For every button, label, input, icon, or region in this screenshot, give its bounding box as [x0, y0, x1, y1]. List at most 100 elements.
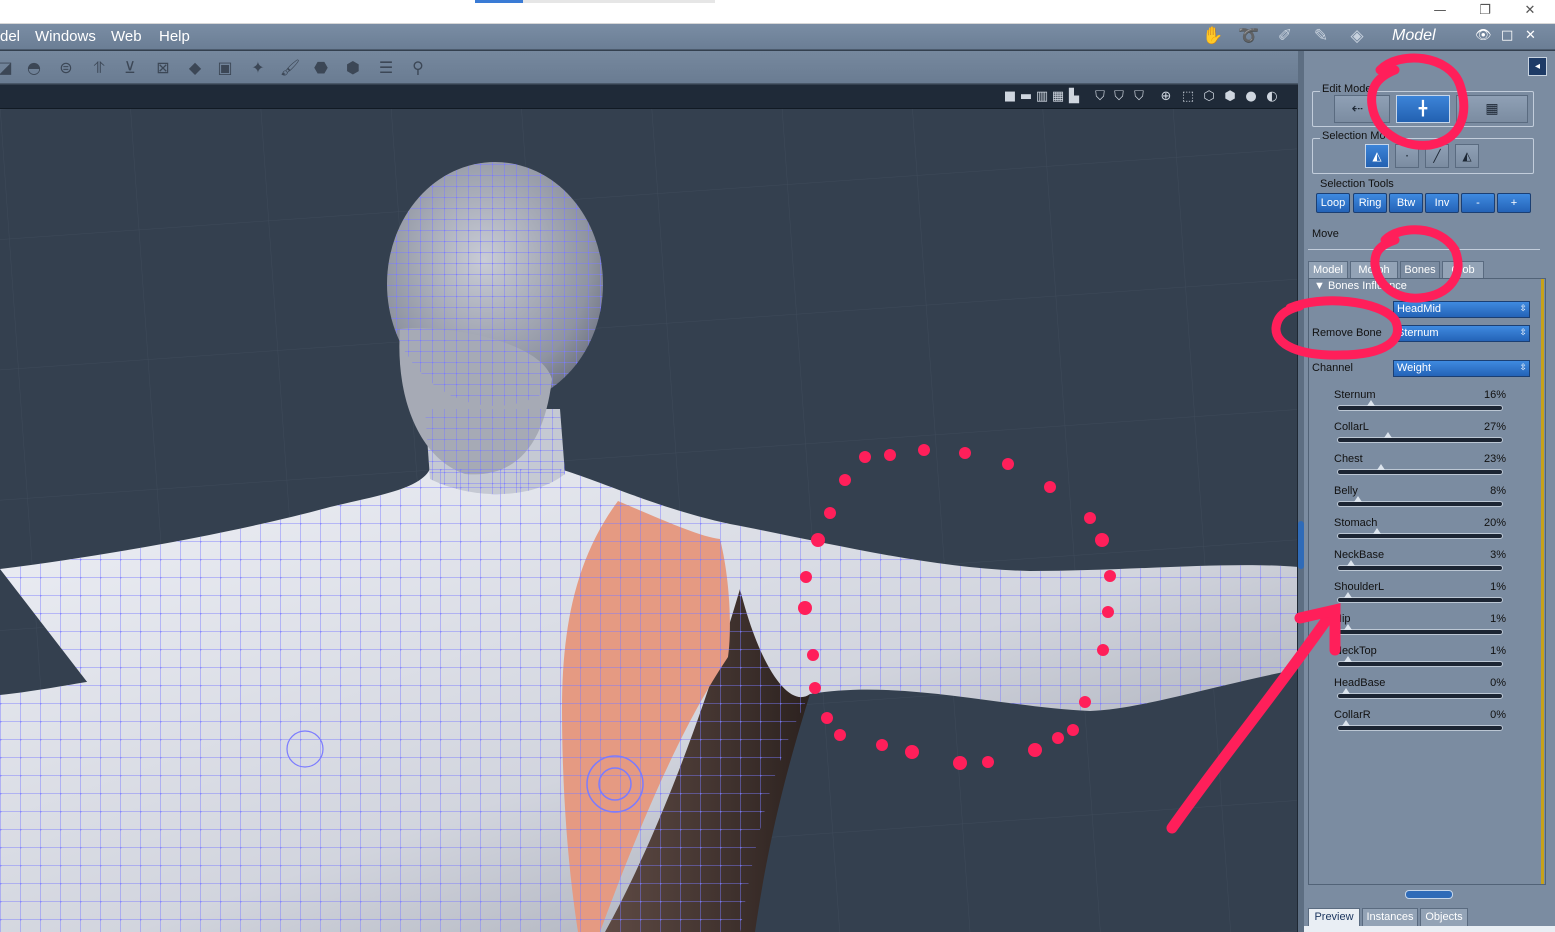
- slider-thumb[interactable]: [1346, 560, 1355, 566]
- shield-display-icon[interactable]: ⛉: [1092, 89, 1108, 105]
- bones-influence-header[interactable]: ▼ Bones Influence: [1314, 280, 1407, 292]
- bone-dropdown[interactable]: HeadMid ⇳: [1393, 301, 1530, 318]
- align-tool-icon[interactable]: ☰: [375, 57, 397, 79]
- ring-button[interactable]: Ring: [1353, 193, 1387, 213]
- bone-weight-slider[interactable]: [1337, 720, 1503, 731]
- 3d-viewport[interactable]: ■ ▬ ▥ ▦ ▙ ⛉ ⛉ ⛉ ⊕ ⬚ ⬡ ⬢ ● ◐: [0, 85, 1298, 932]
- sphere-shaded-icon[interactable]: ◐: [1264, 89, 1280, 105]
- shrink-button[interactable]: -: [1461, 193, 1495, 213]
- dome-tool-icon[interactable]: ◓: [23, 57, 45, 79]
- uv-mode-button[interactable]: ▦: [1456, 95, 1528, 123]
- app-close-icon[interactable]: ✕: [1525, 28, 1536, 43]
- paint-room-icon[interactable]: ✎: [1309, 26, 1333, 47]
- tab-bones[interactable]: Bones: [1400, 261, 1440, 278]
- slider-thumb[interactable]: [1366, 400, 1375, 406]
- sculpt-tool-icon[interactable]: ✦: [247, 57, 269, 79]
- plane-tool-icon[interactable]: ⊠: [152, 57, 174, 79]
- grow-button[interactable]: +: [1497, 193, 1531, 213]
- bottom-splitter-grip[interactable]: [1405, 890, 1453, 899]
- loop-button[interactable]: Loop: [1316, 193, 1350, 213]
- remove-bone-dropdown[interactable]: Sternum ⇳: [1393, 325, 1530, 342]
- hand-room-icon[interactable]: ✋: [1201, 26, 1225, 47]
- object-mode-button[interactable]: ⇠ ·: [1334, 95, 1390, 123]
- menu-item-model[interactable]: del: [0, 28, 20, 45]
- shield-display-2-icon[interactable]: ⛉: [1111, 89, 1127, 105]
- sphere-smooth-icon[interactable]: ●: [1243, 89, 1259, 105]
- tab-morph[interactable]: Morph: [1350, 261, 1398, 278]
- menu-item-web[interactable]: Web: [111, 28, 142, 45]
- brush-tool-icon[interactable]: 🖌: [279, 57, 301, 79]
- slider-thumb[interactable]: [1343, 624, 1352, 630]
- lathe-tool-icon[interactable]: ⊜: [55, 57, 77, 79]
- invert-button[interactable]: Inv: [1425, 193, 1459, 213]
- bone-name: Chest: [1334, 453, 1363, 465]
- eye-icon[interactable]: 👁: [1475, 28, 1492, 43]
- maximize-icon[interactable]: □: [1501, 28, 1513, 43]
- morph-tool-icon[interactable]: ⬢: [342, 57, 364, 79]
- bones-mode-button[interactable]: ╋: [1396, 95, 1450, 123]
- minimize-icon[interactable]: —: [1425, 2, 1455, 20]
- slider-thumb[interactable]: [1343, 656, 1352, 662]
- bone-row: ShoulderL 1%: [1334, 581, 1506, 611]
- slider-thumb[interactable]: [1383, 432, 1392, 438]
- toolbar: ◪ ◓ ⊜ ⥣ ⊻ ⊠ ◆ ▣ ✦ 🖌 ⬣ ⬢ ☰ ⚲: [0, 51, 1303, 84]
- face-select-button[interactable]: ◭: [1455, 144, 1479, 168]
- vertex-select-button[interactable]: ◭: [1365, 144, 1389, 168]
- cube-wire-icon[interactable]: ⬡: [1201, 89, 1217, 105]
- single-view-icon[interactable]: ■: [1002, 89, 1018, 105]
- bone-weight-slider[interactable]: [1337, 560, 1503, 571]
- scroll-indicator[interactable]: [1541, 279, 1544, 884]
- quad-view-icon[interactable]: ▦: [1050, 89, 1066, 105]
- tab-model[interactable]: Model: [1308, 261, 1348, 278]
- close-icon[interactable]: ✕: [1515, 2, 1545, 20]
- split-v-view-icon[interactable]: ▥: [1034, 89, 1050, 105]
- bone-weight-slider[interactable]: [1337, 656, 1503, 667]
- scale-tool-icon[interactable]: ◪: [0, 57, 16, 79]
- restore-icon[interactable]: ❐: [1470, 2, 1500, 20]
- panel-collapse-icon[interactable]: ◂: [1528, 57, 1547, 76]
- model-scene[interactable]: [0, 109, 1298, 932]
- remove-bone-label[interactable]: Remove Bone: [1312, 327, 1382, 339]
- bone-weight-slider[interactable]: [1337, 592, 1503, 603]
- bone-row: Chest 23%: [1334, 453, 1506, 483]
- menu-item-windows[interactable]: Windows: [35, 28, 96, 45]
- bone-weight-slider[interactable]: [1337, 624, 1503, 635]
- channel-dropdown[interactable]: Weight ⇳: [1393, 360, 1530, 377]
- bone-weight-slider[interactable]: [1337, 688, 1503, 699]
- compass-icon[interactable]: ⊕: [1158, 89, 1174, 105]
- brush-room-icon[interactable]: ✐: [1273, 26, 1297, 47]
- slider-thumb[interactable]: [1377, 464, 1386, 470]
- tab-preview[interactable]: Preview: [1308, 908, 1360, 926]
- slider-thumb[interactable]: [1354, 496, 1363, 502]
- cube-tool-icon[interactable]: ◆: [184, 57, 206, 79]
- menu-item-help[interactable]: Help: [159, 28, 190, 45]
- deform-tool-icon[interactable]: ⬣: [310, 57, 332, 79]
- shield-display-3-icon[interactable]: ⛉: [1131, 89, 1147, 105]
- tab-instances[interactable]: Instances: [1362, 908, 1418, 926]
- slider-thumb[interactable]: [1342, 688, 1350, 694]
- bone-weight-slider[interactable]: [1337, 528, 1503, 539]
- box-tool-icon[interactable]: ▣: [214, 57, 236, 79]
- point-select-button[interactable]: ·: [1395, 144, 1419, 168]
- bone-weight-slider[interactable]: [1337, 432, 1503, 443]
- model-room-icon[interactable]: ◈: [1345, 26, 1369, 47]
- pin-tool-icon[interactable]: ⚲: [407, 57, 429, 79]
- cube-solid-icon[interactable]: ⬢: [1222, 89, 1238, 105]
- edge-select-button[interactable]: ╱: [1425, 144, 1449, 168]
- tab-objects[interactable]: Objects: [1420, 908, 1468, 926]
- figure-room-icon[interactable]: ➰: [1237, 26, 1261, 47]
- tab-global[interactable]: Glob: [1442, 261, 1484, 278]
- slider-thumb[interactable]: [1343, 592, 1352, 598]
- bone-dropdown-value: HeadMid: [1397, 303, 1442, 315]
- bone-weight-slider[interactable]: [1337, 496, 1503, 507]
- slider-thumb[interactable]: [1372, 528, 1381, 534]
- bone-weight-slider[interactable]: [1337, 400, 1503, 411]
- between-button[interactable]: Btw: [1389, 193, 1423, 213]
- frame-icon[interactable]: ⬚: [1180, 89, 1196, 105]
- split-h-view-icon[interactable]: ▬: [1018, 89, 1034, 105]
- pull-tool-icon[interactable]: ⥣: [88, 57, 110, 79]
- cup-tool-icon[interactable]: ⊻: [119, 57, 141, 79]
- slider-thumb[interactable]: [1342, 720, 1350, 726]
- bone-weight-slider[interactable]: [1337, 464, 1503, 475]
- custom-view-icon[interactable]: ▙: [1066, 89, 1082, 105]
